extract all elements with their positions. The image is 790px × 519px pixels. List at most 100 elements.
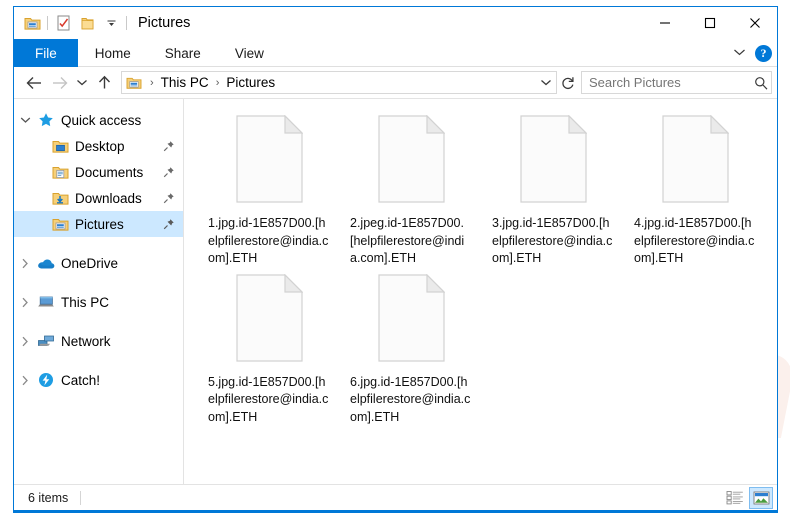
- chevron-right-icon[interactable]: [14, 297, 36, 308]
- window-controls: [642, 7, 777, 39]
- forward-button: [47, 70, 72, 95]
- sidebar-item-onedrive[interactable]: OneDrive: [14, 250, 183, 276]
- navigation-pane: Quick access Desktop Documents Downloads…: [14, 99, 184, 484]
- file-item[interactable]: 6.jpg.id-1E857D00.[helpfilerestore@india…: [340, 268, 482, 427]
- desktop-folder-icon: [50, 139, 70, 154]
- desktop-background: PC risk.com: [0, 0, 790, 519]
- breadcrumb-pictures-folder-icon: [126, 76, 142, 90]
- file-item[interactable]: 3.jpg.id-1E857D00.[helpfilerestore@india…: [482, 109, 624, 268]
- sidebar-item-label: Downloads: [75, 190, 142, 206]
- file-name-label: 1.jpg.id-1E857D00.[helpfilerestore@india…: [208, 216, 329, 265]
- back-button[interactable]: [22, 70, 47, 95]
- this-pc-monitor-icon: [36, 295, 56, 309]
- sidebar-item-label: Pictures: [75, 216, 124, 232]
- close-button[interactable]: [732, 7, 777, 39]
- file-name-label: 4.jpg.id-1E857D00.[helpfilerestore@india…: [634, 216, 755, 265]
- sidebar-item-documents[interactable]: Documents: [14, 159, 183, 185]
- sidebar-gap-4: [14, 354, 183, 367]
- file-grid: 1.jpg.id-1E857D00.[helpfilerestore@india…: [198, 109, 777, 426]
- chevron-down-icon[interactable]: [14, 116, 36, 124]
- minimize-button[interactable]: [642, 7, 687, 39]
- ribbon-right-controls: ?: [733, 39, 772, 67]
- status-divider: [80, 490, 82, 505]
- sidebar-item-pictures[interactable]: Pictures: [14, 211, 183, 237]
- file-name-label: 5.jpg.id-1E857D00.[helpfilerestore@india…: [208, 374, 329, 424]
- help-button[interactable]: ?: [755, 44, 772, 62]
- address-dropdown-chevron-icon[interactable]: [536, 78, 556, 87]
- breadcrumb-this-pc[interactable]: This PC: [158, 75, 212, 90]
- properties-icon[interactable]: [51, 11, 75, 35]
- sidebar-item-network[interactable]: Network: [14, 328, 183, 354]
- sidebar-item-catch[interactable]: Catch!: [14, 367, 183, 393]
- pictures-folder-icon[interactable]: [20, 11, 44, 35]
- pin-icon[interactable]: [161, 140, 177, 152]
- file-name-label: 3.jpg.id-1E857D00.[helpfilerestore@india…: [492, 216, 613, 265]
- sidebar-gap-1: [14, 237, 183, 250]
- blank-file-icon: [230, 273, 308, 370]
- blank-file-icon: [372, 115, 450, 211]
- tab-view[interactable]: View: [218, 39, 281, 67]
- file-item[interactable]: 4.jpg.id-1E857D00.[helpfilerestore@india…: [624, 109, 766, 268]
- up-button[interactable]: [92, 70, 117, 95]
- sidebar-item-label: Documents: [75, 164, 144, 180]
- details-view-button[interactable]: [723, 487, 747, 509]
- file-explorer-window: Pictures File Home Share View ? › This P…: [13, 6, 778, 513]
- file-list-view[interactable]: 1.jpg.id-1E857D00.[helpfilerestore@india…: [184, 99, 777, 484]
- blank-file-icon: [230, 115, 308, 211]
- search-box[interactable]: [581, 71, 772, 94]
- search-icon[interactable]: [751, 76, 771, 90]
- qat-divider-1: [47, 16, 48, 30]
- expand-ribbon-chevron-icon[interactable]: [733, 44, 746, 62]
- recent-locations-chevron-icon[interactable]: [72, 70, 92, 95]
- tab-share[interactable]: Share: [148, 39, 218, 67]
- chevron-right-icon[interactable]: [14, 375, 36, 386]
- item-count-label: 6 items: [28, 490, 69, 505]
- blank-file-icon: [372, 273, 450, 370]
- sidebar-item-desktop[interactable]: Desktop: [14, 133, 183, 159]
- sidebar-item-label: Catch!: [61, 372, 101, 388]
- sidebar-item-label: This PC: [61, 294, 110, 310]
- pin-icon[interactable]: [161, 166, 177, 178]
- breadcrumb-separator-1: ›: [150, 76, 154, 89]
- customize-qat-chevron-icon[interactable]: [99, 11, 123, 35]
- window-title: Pictures: [138, 15, 191, 31]
- qat-divider-2: [126, 16, 127, 30]
- new-folder-icon[interactable]: [75, 11, 99, 35]
- file-item[interactable]: 1.jpg.id-1E857D00.[helpfilerestore@india…: [198, 109, 340, 268]
- blank-file-icon: [656, 115, 734, 211]
- sidebar-gap-2: [14, 276, 183, 289]
- onedrive-cloud-icon: [36, 257, 56, 270]
- catch-lightning-icon: [36, 372, 56, 388]
- view-toggle-group: [723, 486, 773, 509]
- breadcrumb-pictures[interactable]: Pictures: [223, 75, 278, 90]
- pin-icon[interactable]: [161, 218, 177, 230]
- sidebar-item-label: Quick access: [61, 112, 142, 128]
- sidebar-item-label: Network: [61, 333, 111, 349]
- explorer-body: Quick access Desktop Documents Downloads…: [14, 98, 777, 484]
- file-item[interactable]: 5.jpg.id-1E857D00.[helpfilerestore@india…: [198, 268, 340, 427]
- tab-home[interactable]: Home: [78, 39, 148, 67]
- title-bar: Pictures: [14, 7, 777, 39]
- address-toolbar: › This PC › Pictures: [14, 67, 777, 98]
- large-icons-view-button[interactable]: [749, 486, 773, 509]
- chevron-right-icon[interactable]: [14, 258, 36, 269]
- address-bar[interactable]: › This PC › Pictures: [121, 71, 557, 94]
- sidebar-item-downloads[interactable]: Downloads: [14, 185, 183, 211]
- sidebar-item-label: Desktop: [75, 138, 125, 154]
- status-bar: 6 items: [14, 484, 777, 510]
- chevron-right-icon[interactable]: [14, 336, 36, 347]
- quick-access-toolbar: [14, 11, 130, 35]
- pin-icon[interactable]: [161, 192, 177, 204]
- sidebar-item-this-pc[interactable]: This PC: [14, 289, 183, 315]
- maximize-button[interactable]: [687, 7, 732, 39]
- tab-file[interactable]: File: [14, 39, 78, 67]
- file-item[interactable]: 2.jpeg.id-1E857D00.[helpfilerestore@indi…: [340, 109, 482, 268]
- pictures-folder-icon: [50, 217, 70, 232]
- sidebar-item-quick-access[interactable]: Quick access: [14, 107, 183, 133]
- ribbon-tab-bar: File Home Share View ?: [14, 39, 777, 67]
- sidebar-gap-3: [14, 315, 183, 328]
- refresh-button[interactable]: [557, 71, 579, 94]
- search-input[interactable]: [582, 75, 751, 90]
- downloads-folder-icon: [50, 191, 70, 206]
- file-name-label: 6.jpg.id-1E857D00.[helpfilerestore@india…: [350, 374, 471, 424]
